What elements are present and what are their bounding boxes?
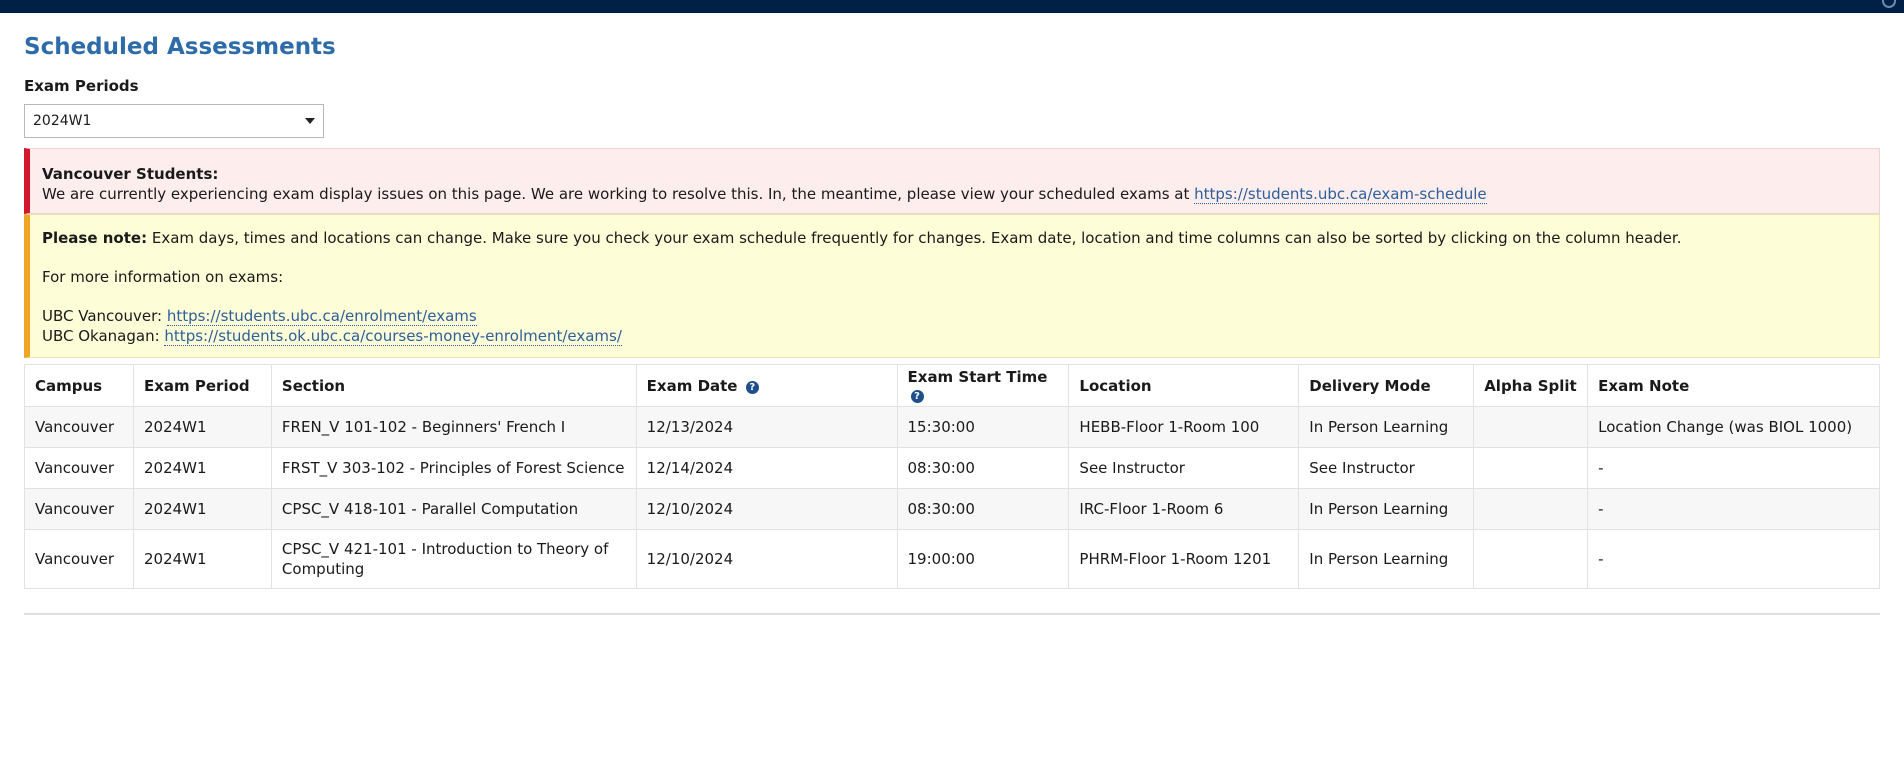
exam-start-time-cell: 08:30:00 <box>896 488 1070 530</box>
exam-periods-label: Exam Periods <box>24 77 139 95</box>
exam-note-alert: Please note: Exam days, times and locati… <box>24 214 1880 358</box>
section-cell: FRST_V 303-102 - Principles of Forest Sc… <box>270 447 637 489</box>
table-row: Vancouver 2024W1 FREN_V 101-102 - Beginn… <box>24 406 1880 448</box>
section-cell: FREN_V 101-102 - Beginners' French I <box>270 406 637 448</box>
exam-period-cell: 2024W1 <box>132 447 272 489</box>
section-cell: CPSC_V 421-101 - Introduction to Theory … <box>270 529 637 589</box>
delivery-mode-cell: In Person Learning <box>1298 488 1475 530</box>
campus-cell: Vancouver <box>24 447 134 489</box>
alpha-split-cell <box>1473 529 1589 589</box>
question-circle-icon[interactable]: ? <box>910 389 924 403</box>
vancouver-alert: Vancouver Students: We are currently exp… <box>24 148 1880 214</box>
exam-start-time-header-label: Exam Start Time <box>907 367 1048 386</box>
campus-column-header: Campus <box>24 364 134 407</box>
bottom-divider <box>24 613 1880 615</box>
question-circle-icon[interactable]: ? <box>745 380 759 394</box>
exam-note-cell: - <box>1587 488 1880 530</box>
alpha-split-cell <box>1473 447 1589 489</box>
exam-date-cell: 12/14/2024 <box>635 447 898 489</box>
page-title: Scheduled Assessments <box>24 34 336 60</box>
exam-periods-select[interactable]: 2024W1 <box>24 104 324 138</box>
ubc-okanagan-label: UBC Okanagan: <box>42 327 165 345</box>
exam-period-cell: 2024W1 <box>132 406 272 448</box>
exam-start-time-cell: 15:30:00 <box>896 406 1070 448</box>
vancouver-alert-heading: Vancouver Students: <box>42 165 219 183</box>
exam-period-cell: 2024W1 <box>132 488 272 530</box>
table-row: Vancouver 2024W1 FRST_V 303-102 - Princi… <box>24 447 1880 489</box>
exam-start-time-cell: 08:30:00 <box>896 447 1070 489</box>
exam-date-header-label: Exam Date <box>646 376 738 395</box>
section-column-header: Section <box>270 364 637 407</box>
more-info-text: For more information on exams: <box>42 268 284 286</box>
exam-note-cell: Location Change (was BIOL 1000) <box>1587 406 1880 448</box>
exam-date-cell: 12/10/2024 <box>635 529 898 589</box>
exam-date-cell: 12/10/2024 <box>635 488 898 530</box>
note-message: Exam days, times and locations can chang… <box>147 229 1682 247</box>
exam-note-cell: - <box>1587 447 1880 489</box>
page-content: Scheduled Assessments Exam Periods 2024W… <box>0 13 1904 615</box>
exam-date-cell: 12/13/2024 <box>635 406 898 448</box>
location-cell: PHRM-Floor 1-Room 1201 <box>1068 529 1300 589</box>
exam-note-column-header: Exam Note <box>1587 364 1880 407</box>
table-row: Vancouver 2024W1 CPSC_V 421-101 - Introd… <box>24 529 1880 589</box>
assessments-table: Campus Exam Period Section Exam Date ? E… <box>24 364 1880 589</box>
location-cell: HEBB-Floor 1-Room 100 <box>1068 406 1300 448</box>
okanagan-exams-link[interactable]: https://students.ok.ubc.ca/courses-money… <box>164 327 622 346</box>
location-cell: IRC-Floor 1-Room 6 <box>1068 488 1300 530</box>
caret-down-icon <box>305 118 315 124</box>
ubc-vancouver-label: UBC Vancouver: <box>42 307 167 325</box>
delivery-mode-cell: In Person Learning <box>1298 406 1475 448</box>
vancouver-alert-message: We are currently experiencing exam displ… <box>42 185 1190 203</box>
exam-period-column-header: Exam Period <box>132 364 272 407</box>
alpha-split-column-header: Alpha Split <box>1473 364 1589 407</box>
table-header-row: Campus Exam Period Section Exam Date ? E… <box>24 364 1880 407</box>
exam-schedule-link[interactable]: https://students.ubc.ca/exam-schedule <box>1194 185 1487 204</box>
campus-cell: Vancouver <box>24 406 134 448</box>
note-heading: Please note: <box>42 229 148 247</box>
exam-note-cell: - <box>1587 529 1880 589</box>
campus-cell: Vancouver <box>24 488 134 530</box>
delivery-mode-column-header: Delivery Mode <box>1298 364 1475 407</box>
top-navigation-bar <box>0 0 1904 13</box>
vancouver-exams-link[interactable]: https://students.ubc.ca/enrolment/exams <box>166 307 477 326</box>
section-cell: CPSC_V 418-101 - Parallel Computation <box>270 488 637 530</box>
exam-period-cell: 2024W1 <box>132 529 272 589</box>
delivery-mode-cell: See Instructor <box>1298 447 1475 489</box>
table-row: Vancouver 2024W1 CPSC_V 418-101 - Parall… <box>24 488 1880 530</box>
exam-start-time-cell: 19:00:00 <box>896 529 1070 589</box>
exam-periods-selected-value: 2024W1 <box>33 113 92 129</box>
delivery-mode-cell: In Person Learning <box>1298 529 1475 589</box>
campus-cell: Vancouver <box>24 529 134 589</box>
exam-start-time-column-header[interactable]: Exam Start Time ? <box>896 364 1070 407</box>
location-cell: See Instructor <box>1068 447 1300 489</box>
location-column-header[interactable]: Location <box>1068 364 1300 407</box>
exam-date-column-header[interactable]: Exam Date ? <box>635 364 898 407</box>
alpha-split-cell <box>1473 406 1589 448</box>
alpha-split-cell <box>1473 488 1589 530</box>
user-menu-icon[interactable] <box>1882 0 1896 8</box>
